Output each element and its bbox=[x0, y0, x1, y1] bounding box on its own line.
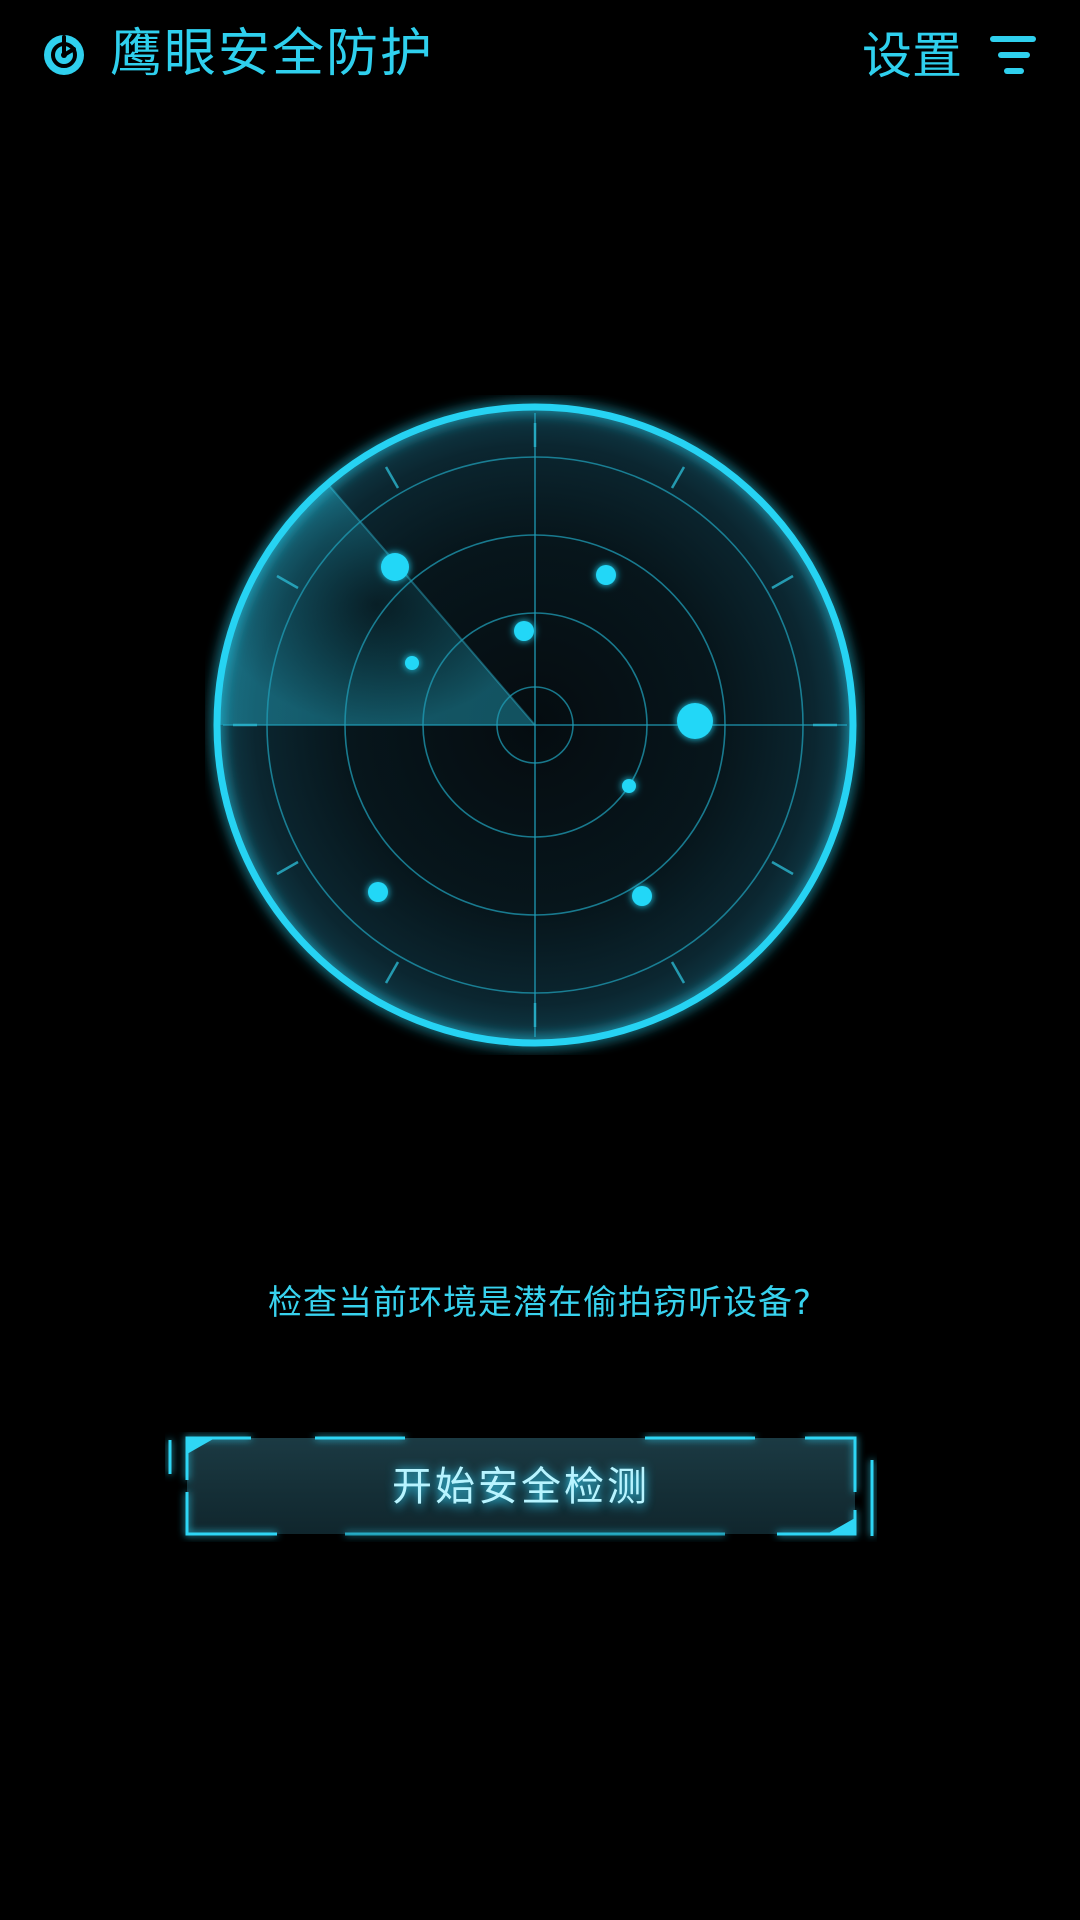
radar-blip bbox=[405, 656, 419, 670]
start-button-label: 开始安全检测 bbox=[392, 1464, 650, 1510]
radar-blip bbox=[596, 565, 616, 585]
filter-menu-icon[interactable] bbox=[990, 34, 1036, 76]
start-security-scan-button[interactable]: 开始安全检测 bbox=[165, 1432, 877, 1542]
detection-prompt: 检查当前环境是潜在偷拍窃听设备? bbox=[267, 1283, 813, 1323]
radar-blip bbox=[632, 886, 652, 906]
radar-blip bbox=[368, 882, 388, 902]
app-title: 鹰眼安全防护 bbox=[110, 24, 435, 84]
radar-blip bbox=[514, 621, 534, 641]
radar-blip bbox=[381, 553, 409, 581]
radar-blip bbox=[622, 779, 636, 793]
radar-scope-icon bbox=[213, 403, 857, 1047]
settings-button[interactable]: 设置 bbox=[862, 24, 962, 88]
radar-blip bbox=[677, 703, 713, 739]
top-bar: 鹰眼安全防护 设置 bbox=[0, 0, 1080, 120]
radar-eye-icon bbox=[44, 35, 84, 75]
